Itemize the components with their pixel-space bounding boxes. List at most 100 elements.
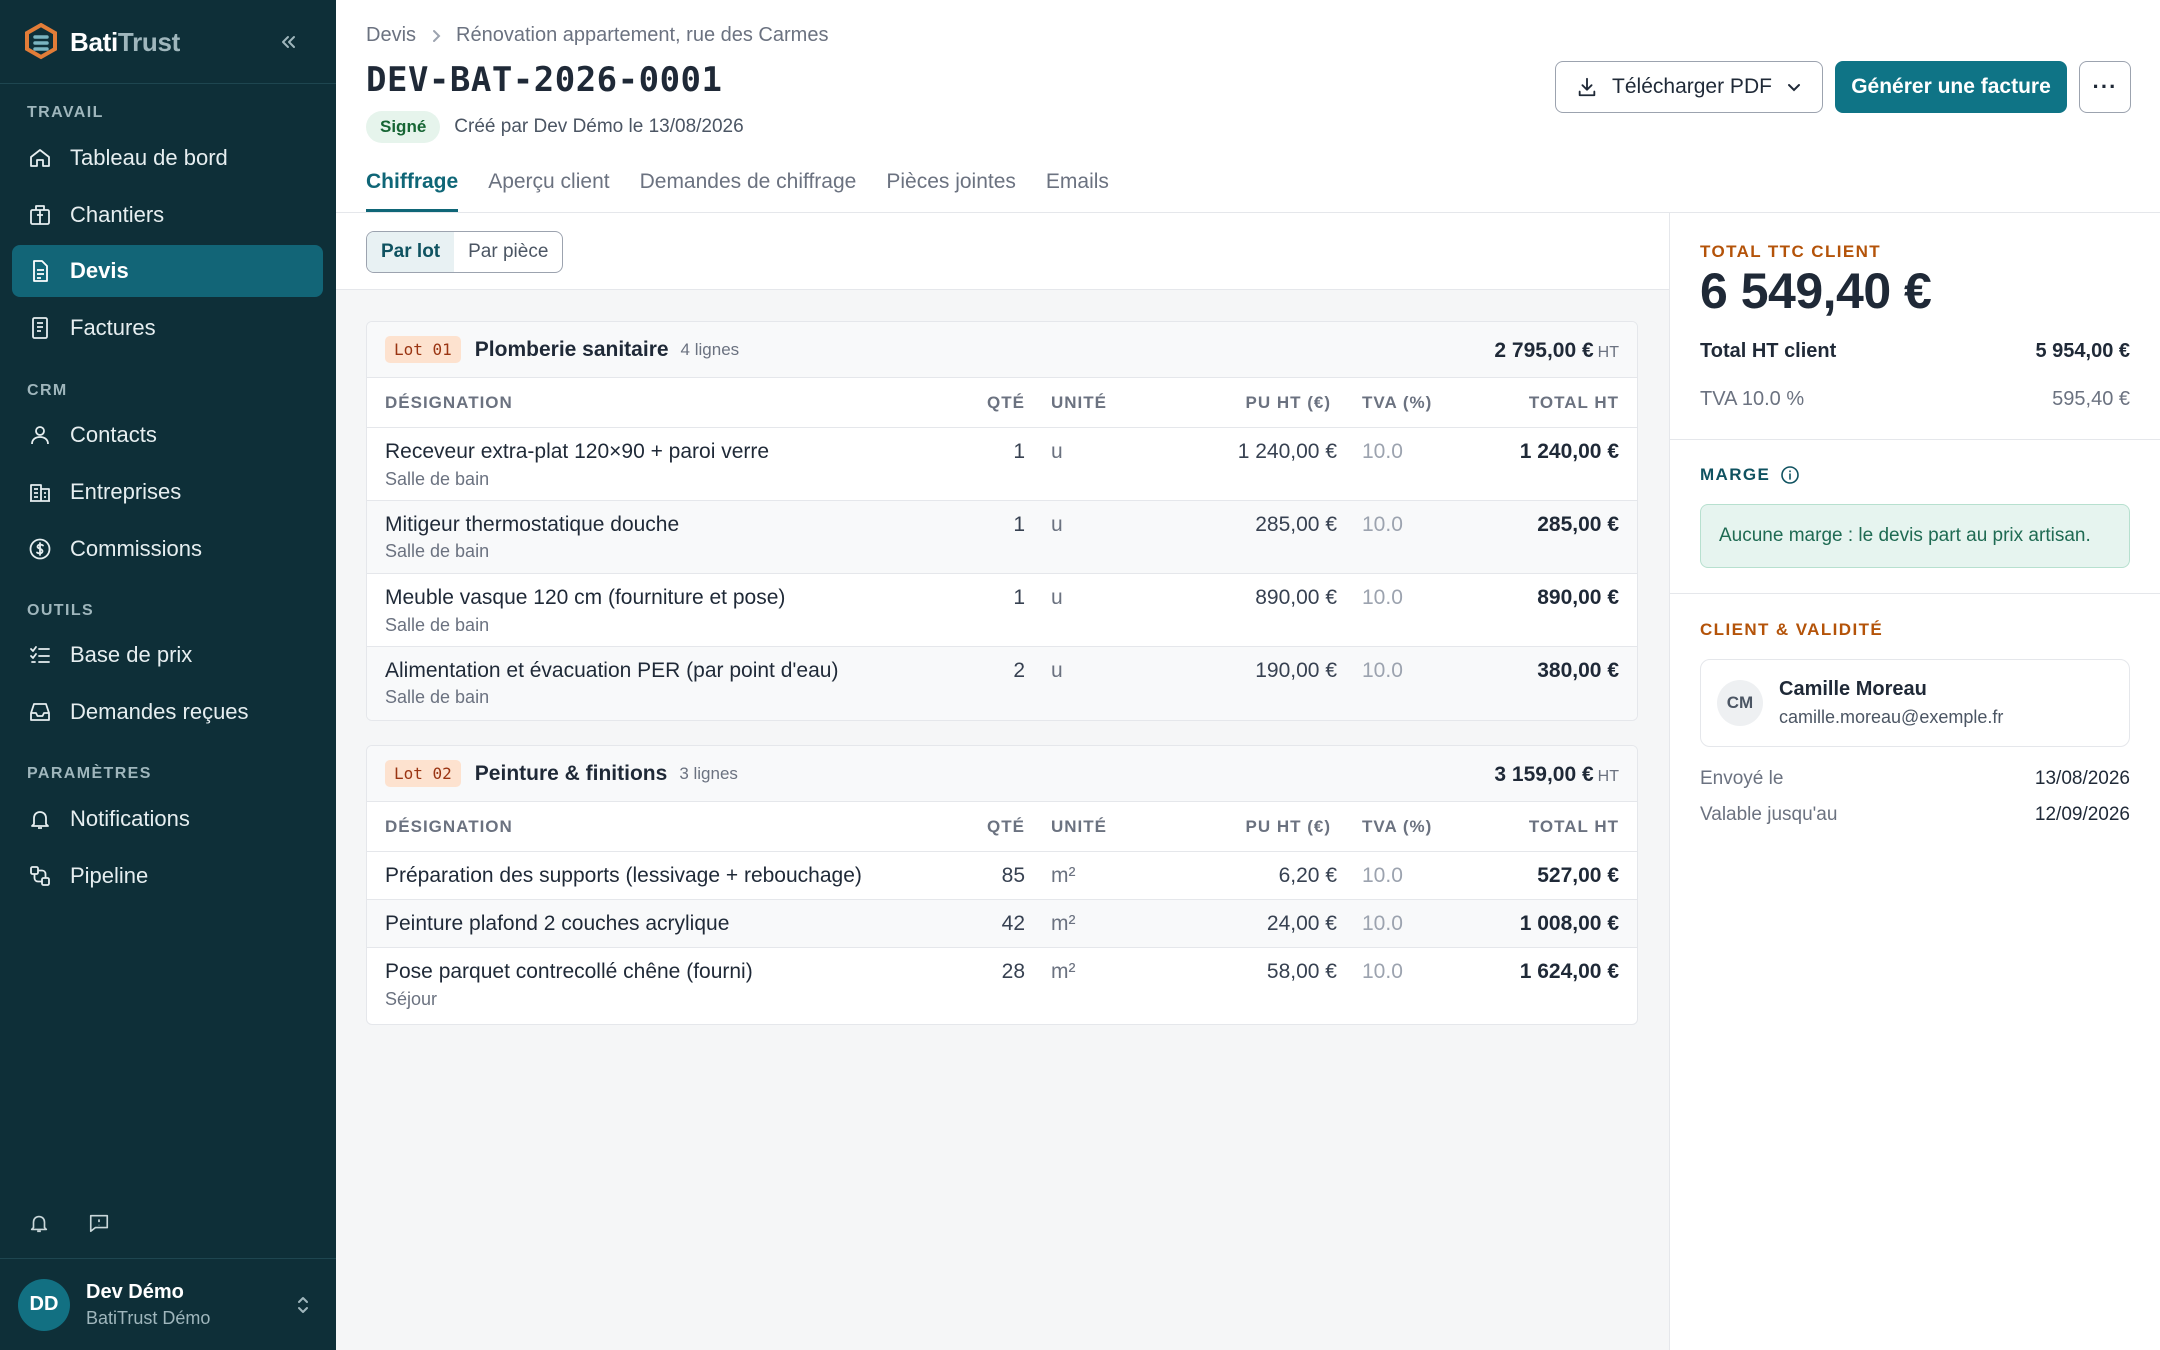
row-total: 1 624,00 € bbox=[1519, 960, 1619, 983]
notification-bell-icon[interactable] bbox=[24, 1208, 54, 1238]
company-icon bbox=[30, 484, 50, 502]
sidebar-item-label: Notifications bbox=[70, 806, 190, 831]
row-qte: 85 bbox=[1001, 864, 1025, 887]
col-designation: DÉSIGNATION bbox=[385, 393, 513, 412]
sidebar-item-demandes-recues[interactable]: Demandes reçues bbox=[12, 686, 323, 738]
row-pu: 285,00 € bbox=[1255, 513, 1337, 536]
col-total: TOTAL HT bbox=[1528, 817, 1619, 836]
breadcrumb-root-link[interactable]: Devis bbox=[366, 24, 416, 47]
panel-divider bbox=[1669, 593, 2160, 594]
col-qte: QTÉ bbox=[987, 393, 1025, 412]
table-row[interactable]: Mitigeur thermostatique douche Salle de … bbox=[367, 501, 1637, 574]
sidebar-item-pipeline[interactable]: Pipeline bbox=[12, 850, 323, 902]
row-tva: 10.0 bbox=[1362, 864, 1403, 887]
total-ttc-value: 6 549,40 € bbox=[1700, 263, 1932, 319]
row-designation: Préparation des supports (lessivage + re… bbox=[385, 864, 862, 887]
lot-header[interactable]: Lot 01 Plomberie sanitaire 4 lignes 2 79… bbox=[367, 322, 1637, 378]
valid-value: 12/09/2026 bbox=[2034, 804, 2130, 825]
lot-header[interactable]: Lot 02 Peinture & finitions 3 lignes 3 1… bbox=[367, 746, 1637, 802]
info-icon[interactable] bbox=[1780, 465, 1800, 485]
invoice-icon bbox=[32, 317, 48, 339]
row-unite: m² bbox=[1051, 912, 1076, 935]
sidebar-item-contacts[interactable]: Contacts bbox=[12, 409, 323, 461]
toggle-par-piece[interactable]: Par pièce bbox=[454, 232, 562, 272]
row-qte: 42 bbox=[1001, 912, 1025, 935]
tab-demandes-de-chiffrage[interactable]: Demandes de chiffrage bbox=[640, 164, 857, 212]
table-row[interactable]: Pose parquet contrecollé chêne (fourni) … bbox=[367, 948, 1637, 1022]
col-tva: TVA (%) bbox=[1362, 393, 1433, 412]
sidebar-item-label: Chantiers bbox=[70, 202, 165, 227]
user-menu[interactable]: DD Dev Démo BatiTrust Démo bbox=[0, 1258, 336, 1350]
section-outils: OUTILS bbox=[27, 602, 95, 619]
sidebar-item-commissions[interactable]: Commissions bbox=[12, 523, 323, 575]
status-row: Signé Créé par Dev Démo le 13/08/2026 bbox=[366, 111, 744, 143]
view-toggle: Par lot Par pièce bbox=[366, 231, 564, 273]
download-pdf-button[interactable]: Télécharger PDF bbox=[1555, 61, 1823, 113]
download-icon bbox=[1578, 77, 1596, 97]
collapse-sidebar-icon[interactable] bbox=[272, 26, 304, 58]
user-name: Dev Démo bbox=[86, 1280, 184, 1303]
sidebar-item-tableau-de-bord[interactable]: Tableau de bord bbox=[12, 132, 323, 184]
table-header: DÉSIGNATION QTÉ UNITÉ PU HT (€) TVA (%) … bbox=[367, 802, 1637, 852]
col-pu: PU HT (€) bbox=[1245, 393, 1331, 412]
row-tva: 10.0 bbox=[1362, 440, 1403, 463]
building-icon bbox=[30, 205, 50, 225]
table-row[interactable]: Meuble vasque 120 cm (fourniture et pose… bbox=[367, 574, 1637, 647]
table-row[interactable]: Receveur extra-plat 120×90 + paroi verre… bbox=[367, 428, 1637, 501]
row-room: Salle de bain bbox=[385, 615, 490, 635]
sidebar-item-label: Factures bbox=[70, 315, 156, 340]
generate-invoice-button[interactable]: Générer une facture bbox=[1835, 61, 2067, 113]
toggle-par-lot[interactable]: Par lot bbox=[367, 232, 455, 272]
download-pdf-label: Télécharger PDF bbox=[1612, 75, 1772, 98]
sidebar-item-label: Pipeline bbox=[70, 863, 149, 888]
row-designation: Pose parquet contrecollé chêne (fourni) bbox=[385, 960, 753, 983]
marge-info-box: Aucune marge : le devis part au prix art… bbox=[1700, 504, 2130, 568]
more-options-button[interactable]: ··· bbox=[2079, 61, 2131, 113]
sidebar-item-devis[interactable]: Devis bbox=[12, 245, 323, 297]
sidebar-item-label: Contacts bbox=[70, 422, 157, 447]
row-unite: u bbox=[1051, 440, 1063, 463]
brand-name: BatiTrust bbox=[70, 26, 180, 57]
panel-divider bbox=[1669, 439, 2160, 440]
row-total: 890,00 € bbox=[1537, 586, 1619, 609]
sent-label: Envoyé le bbox=[1700, 768, 1784, 789]
total-ht-label: Total HT client bbox=[1700, 340, 1837, 362]
section-crm: CRM bbox=[27, 382, 68, 399]
sidebar-item-factures[interactable]: Factures bbox=[12, 302, 323, 354]
row-tva: 10.0 bbox=[1362, 912, 1403, 935]
sidebar-item-base-de-prix[interactable]: Base de prix bbox=[12, 629, 323, 681]
brand[interactable]: BatiTrust bbox=[24, 20, 180, 64]
section-parametres: PARAMÈTRES bbox=[27, 765, 152, 782]
lot-total: 2 795,00 € HT bbox=[1494, 339, 1619, 362]
client-card[interactable]: CM Camille Moreau camille.moreau@exemple… bbox=[1700, 659, 2130, 747]
row-pu: 1 240,00 € bbox=[1237, 440, 1337, 463]
sent-date-row: Envoyé le 13/08/2026 bbox=[1700, 768, 2130, 790]
tab-emails[interactable]: Emails bbox=[1046, 164, 1109, 212]
more-options-icon: ··· bbox=[2092, 74, 2118, 99]
tab-chiffrage[interactable]: Chiffrage bbox=[366, 164, 459, 212]
row-pu: 24,00 € bbox=[1266, 912, 1337, 935]
row-total: 285,00 € bbox=[1537, 513, 1619, 536]
feedback-message-icon[interactable] bbox=[84, 1208, 114, 1238]
tab-pieces-jointes[interactable]: Pièces jointes bbox=[886, 164, 1016, 212]
tab-apercu-client[interactable]: Aperçu client bbox=[488, 164, 609, 212]
row-designation: Receveur extra-plat 120×90 + paroi verre bbox=[385, 440, 770, 463]
chevron-down-icon bbox=[1787, 84, 1800, 92]
sidebar-item-notifications[interactable]: Notifications bbox=[12, 793, 323, 845]
client-email: camille.moreau@exemple.fr bbox=[1779, 707, 2004, 727]
sidebar-item-chantiers[interactable]: Chantiers bbox=[12, 189, 323, 241]
lot-total: 3 159,00 € HT bbox=[1494, 763, 1619, 786]
sidebar-item-entreprises[interactable]: Entreprises bbox=[12, 466, 323, 518]
col-total: TOTAL HT bbox=[1528, 393, 1619, 412]
row-tva: 10.0 bbox=[1362, 586, 1403, 609]
sidebar-item-label: Commissions bbox=[70, 536, 203, 561]
chevron-updown-icon bbox=[298, 1297, 308, 1313]
table-row[interactable]: Alimentation et évacuation PER (par poin… bbox=[367, 647, 1637, 720]
row-unite: m² bbox=[1051, 864, 1076, 887]
tva-label: TVA 10.0 % bbox=[1700, 388, 1805, 410]
row-pu: 58,00 € bbox=[1266, 960, 1337, 983]
table-row[interactable]: Préparation des supports (lessivage + re… bbox=[367, 852, 1637, 900]
table-row[interactable]: Peinture plafond 2 couches acrylique 42 … bbox=[367, 900, 1637, 948]
tva-row: TVA 10.0 % 595,40 € bbox=[1700, 388, 2130, 411]
avatar: DD bbox=[18, 1278, 70, 1331]
